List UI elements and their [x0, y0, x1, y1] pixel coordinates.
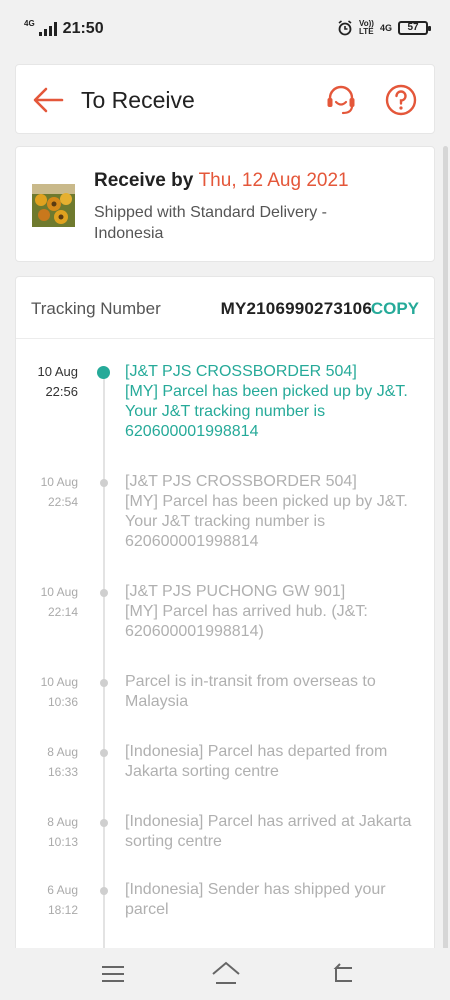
- status-dot: [100, 679, 108, 687]
- event-description: Parcel is in-transit from overseas to Ma…: [125, 673, 376, 710]
- status-dot: [100, 749, 108, 757]
- network-type: 4G: [379, 23, 392, 33]
- tracking-number: MY2106990273106: [220, 299, 372, 318]
- status-dot: [100, 589, 108, 597]
- active-status-dot: [97, 366, 110, 379]
- event-time: 10:13: [47, 835, 78, 849]
- event-time: 22:54: [47, 495, 78, 509]
- status-dot: [100, 887, 108, 895]
- event-datetime: 10 Aug 22:14: [16, 582, 78, 622]
- event-datetime: 6 Aug 18:12: [16, 880, 78, 920]
- tracking-header: Tracking Number MY2106990273106 COPY: [16, 277, 434, 339]
- back-arrow-icon[interactable]: [32, 85, 64, 115]
- event-date: 10 Aug: [37, 364, 79, 379]
- page-title: To Receive: [81, 87, 195, 113]
- copy-button[interactable]: COPY: [371, 299, 419, 319]
- volte-indicator: Vo)) LTE: [359, 19, 374, 36]
- status-right: Vo)) LTE 4G 57: [337, 19, 431, 36]
- status-dot: [100, 479, 108, 487]
- status-dot: [100, 819, 108, 827]
- battery-icon: 57: [398, 21, 431, 35]
- app-header: To Receive: [15, 64, 435, 134]
- tracking-card: Tracking Number MY2106990273106 COPY 10 …: [15, 276, 435, 956]
- product-thumbnail[interactable]: [32, 184, 75, 227]
- receive-by-line: Receive by Thu, 12 Aug 2021: [94, 170, 349, 192]
- tracking-number-label: Tracking Number: [31, 299, 161, 318]
- event-date: 6 Aug: [47, 883, 78, 897]
- back-nav-icon[interactable]: [330, 962, 356, 984]
- system-nav-bar: [0, 948, 450, 1000]
- event-time: 18:12: [47, 903, 78, 917]
- receive-by-label: Receive by: [94, 170, 194, 191]
- event-time: 22:14: [47, 605, 78, 619]
- event-description: [J&T PJS CROSSBORDER 504] [MY] Parcel ha…: [125, 473, 408, 550]
- event-time: 16:33: [47, 765, 78, 779]
- customer-support-icon[interactable]: [324, 83, 358, 117]
- status-left: 4G 21:50: [24, 18, 104, 38]
- delivery-summary-card[interactable]: Receive by Thu, 12 Aug 2021 Shipped with…: [15, 146, 435, 262]
- timeline-line: [103, 375, 105, 956]
- event-time: 22:56: [45, 384, 78, 399]
- help-icon[interactable]: [384, 83, 418, 117]
- event-datetime: 10 Aug 10:36: [16, 672, 78, 712]
- recent-apps-icon[interactable]: [100, 964, 126, 984]
- battery-level: 57: [407, 22, 419, 33]
- status-bar: 4G 21:50 Vo)) LTE 4G 57: [0, 0, 450, 60]
- event-time: 10:36: [47, 695, 78, 709]
- signal-icon: [38, 22, 57, 36]
- estimated-delivery-date: Thu, 12 Aug 2021: [198, 170, 349, 191]
- event-datetime: 8 Aug 16:33: [16, 742, 78, 782]
- event-datetime: 8 Aug 10:13: [16, 812, 78, 852]
- event-description: [J&T PJS CROSSBORDER 504] [MY] Parcel ha…: [125, 363, 408, 440]
- event-datetime: 10 Aug 22:54: [16, 472, 78, 512]
- clock: 21:50: [62, 20, 104, 37]
- home-icon[interactable]: [210, 960, 242, 986]
- alarm-icon: [338, 20, 352, 36]
- shipping-method: Shipped with Standard Delivery - Indones…: [94, 204, 328, 242]
- event-date: 8 Aug: [47, 815, 78, 829]
- network-type-small: 4G: [24, 18, 35, 28]
- event-description: [Indonesia] Sender has shipped your parc…: [125, 881, 386, 918]
- event-description: [Indonesia] Parcel has departed from Jak…: [125, 743, 388, 780]
- event-date: 10 Aug: [40, 675, 78, 689]
- event-date: 8 Aug: [47, 745, 78, 759]
- event-datetime: 10 Aug 22:56: [16, 362, 79, 402]
- event-date: 10 Aug: [40, 475, 78, 489]
- event-description: [J&T PJS PUCHONG GW 901] [MY] Parcel has…: [125, 583, 368, 640]
- event-description: [Indonesia] Parcel has arrived at Jakart…: [125, 813, 412, 850]
- event-date: 10 Aug: [40, 585, 78, 599]
- scrollbar[interactable]: [443, 146, 448, 986]
